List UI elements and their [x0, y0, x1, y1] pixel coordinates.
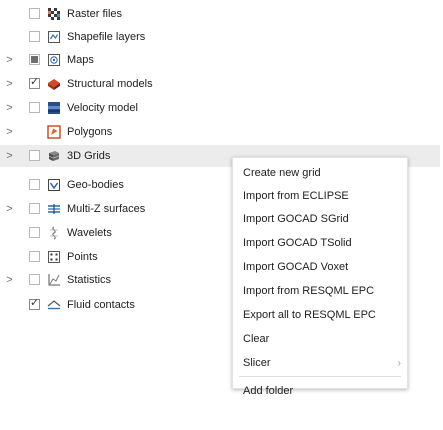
chevron-right-icon[interactable]: >	[5, 101, 14, 115]
tree-item-shapefile-layers[interactable]: Shapefile layers	[0, 26, 440, 48]
checkbox[interactable]	[29, 76, 40, 89]
menu-item-export-all-to-resqml-epc[interactable]: Export all to RESQML EPC	[233, 304, 407, 326]
menu-separator	[239, 376, 401, 377]
grid-3d-icon	[47, 149, 61, 163]
checkbox[interactable]	[29, 8, 40, 19]
checkbox[interactable]	[29, 297, 40, 310]
menu-item-label: Import from RESQML EPC	[243, 285, 375, 297]
menu-item-label: Import GOCAD TSolid	[243, 237, 352, 249]
checkbox[interactable]	[29, 150, 40, 161]
chevron-right-icon[interactable]: >	[5, 202, 14, 216]
chevron-right-icon[interactable]: >	[5, 273, 14, 287]
tree-item-velocity-model[interactable]: > Velocity model	[0, 97, 440, 119]
checkbox[interactable]	[29, 179, 40, 190]
tree-item-label: Velocity model	[67, 102, 138, 114]
tree-item-label: Wavelets	[67, 227, 112, 239]
points-icon	[47, 250, 61, 264]
menu-item-label: Export all to RESQML EPC	[243, 309, 376, 321]
menu-item-import-gocad-sgrid[interactable]: Import GOCAD SGrid	[233, 208, 407, 230]
checkbox[interactable]	[29, 31, 40, 42]
menu-item-create-new-grid[interactable]: Create new grid	[233, 162, 407, 184]
menu-item-label: Import GOCAD SGrid	[243, 213, 349, 225]
multiz-surface-icon	[47, 202, 61, 216]
tree-item-raster-files[interactable]: Raster files	[0, 3, 440, 25]
checkbox[interactable]	[29, 227, 40, 238]
menu-item-label: Import GOCAD Voxet	[243, 261, 349, 273]
checkbox[interactable]	[29, 251, 40, 262]
menu-item-import-gocad-voxet[interactable]: Import GOCAD Voxet	[233, 256, 407, 278]
fluid-contact-icon	[47, 298, 61, 312]
structural-model-icon	[47, 77, 61, 91]
menu-item-clear[interactable]: Clear	[233, 328, 407, 350]
shapefile-icon	[47, 30, 61, 44]
tree-item-label: Raster files	[67, 8, 123, 20]
map-icon	[47, 53, 61, 67]
menu-item-label: Import from ECLIPSE	[243, 190, 349, 202]
geobody-icon	[47, 178, 61, 192]
menu-item-label: Slicer	[243, 357, 271, 369]
tree-item-label: Polygons	[67, 126, 113, 138]
tree-item-label: Maps	[67, 54, 94, 66]
checkbox[interactable]	[29, 54, 40, 65]
chevron-right-icon[interactable]: >	[5, 149, 14, 163]
chevron-right-icon[interactable]: >	[5, 77, 14, 91]
tree-item-label: Points	[67, 251, 98, 263]
menu-item-add-folder[interactable]: Add folder	[233, 380, 407, 402]
tree-item-label: Statistics	[67, 274, 112, 286]
tree-item-label: Multi-Z surfaces	[67, 203, 146, 215]
checkbox[interactable]	[29, 203, 40, 214]
polygon-icon	[47, 125, 61, 139]
menu-item-label: Create new grid	[243, 167, 321, 179]
menu-item-import-from-resqml-epc[interactable]: Import from RESQML EPC	[233, 280, 407, 302]
submenu-arrow-icon: ›	[397, 358, 401, 369]
chevron-right-icon[interactable]: >	[5, 125, 14, 139]
tree-item-label: Shapefile layers	[67, 31, 146, 43]
menu-item-import-from-eclipse[interactable]: Import from ECLIPSE	[233, 185, 407, 207]
tree-item-label: Fluid contacts	[67, 299, 135, 311]
menu-item-slicer[interactable]: Slicer ›	[233, 352, 407, 374]
checkbox[interactable]	[29, 274, 40, 285]
context-menu: Create new grid Import from ECLIPSE Impo…	[232, 157, 408, 397]
velocity-model-icon	[47, 101, 61, 115]
tree-item-label: Geo-bodies	[67, 179, 124, 191]
menu-item-label: Clear	[243, 333, 270, 345]
menu-item-label: Add folder	[243, 385, 294, 397]
tree-item-polygons[interactable]: > Polygons	[0, 121, 440, 143]
chevron-right-icon[interactable]: >	[5, 53, 14, 67]
wavelet-icon	[47, 226, 61, 240]
tree-item-maps[interactable]: > Maps	[0, 49, 440, 71]
tree-item-label: 3D Grids	[67, 150, 111, 162]
menu-item-import-gocad-tsolid[interactable]: Import GOCAD TSolid	[233, 232, 407, 254]
tree-item-label: Structural models	[67, 78, 153, 90]
checkbox[interactable]	[29, 102, 40, 113]
tree-item-structural-models[interactable]: > Structural models	[0, 73, 440, 95]
statistics-icon	[47, 273, 61, 287]
raster-icon	[47, 7, 61, 21]
